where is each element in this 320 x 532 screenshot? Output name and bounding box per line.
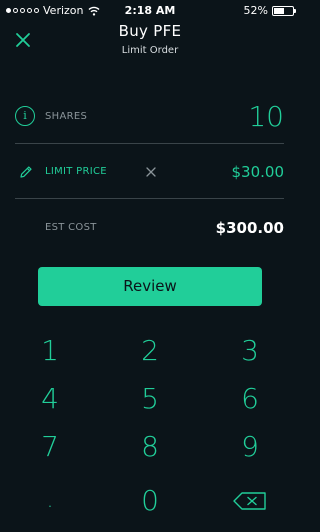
keypad-key-4[interactable]: 4 [0,374,100,424]
keypad-key-7[interactable]: 7 [0,422,100,472]
backspace-key[interactable] [200,476,300,526]
clear-icon[interactable] [145,166,157,178]
review-button[interactable]: Review [38,267,262,306]
keypad-key-2[interactable]: 2 [100,326,200,376]
limit-price-label: LIMIT PRICE [45,166,107,177]
pencil-icon [20,166,32,178]
keypad-key-3[interactable]: 3 [200,326,300,376]
backspace-icon [233,492,266,510]
page-title: Buy PFE [118,22,182,40]
order-type-subtitle: Limit Order [121,45,179,56]
shares-label: SHARES [45,111,88,122]
buy-order-screen: Verizon 2:18 AM 52% Buy PFE Limit Order … [0,0,300,532]
keypad-key-0[interactable]: 0 [100,476,200,526]
keypad-key-6[interactable]: 6 [200,374,300,424]
keypad-key-1[interactable]: 1 [0,326,100,376]
shares-row[interactable]: i SHARES 10 [15,100,284,133]
divider [15,143,284,144]
limit-price-value[interactable]: $30.00 [232,163,285,181]
battery-percent: 52% [243,4,268,17]
est-cost-row: EST COST $300.00 [15,219,284,239]
status-bar: Verizon 2:18 AM 52% [0,0,300,20]
divider [15,198,284,199]
keypad-key-5[interactable]: 5 [100,374,200,424]
shares-value[interactable]: 10 [248,100,284,133]
status-right: 52% [243,4,296,17]
est-cost-value: $300.00 [215,219,284,237]
battery-icon [272,5,296,16]
keypad-key-decimal[interactable]: . [0,476,100,526]
limit-price-row[interactable]: LIMIT PRICE $30.00 [15,163,284,183]
keypad-key-8[interactable]: 8 [100,422,200,472]
info-icon[interactable]: i [15,106,35,126]
est-cost-label: EST COST [45,222,97,233]
keypad-key-9[interactable]: 9 [200,422,300,472]
